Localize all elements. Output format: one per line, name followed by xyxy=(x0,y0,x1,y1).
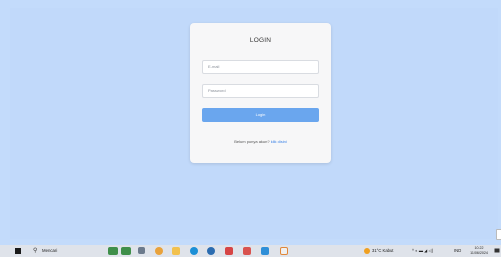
calendar-icon[interactable] xyxy=(280,247,288,255)
register-prompt: Belum punya akun? klik disini xyxy=(190,139,331,144)
store-icon[interactable] xyxy=(207,247,215,255)
browser-viewport: LOGIN E-mail Password Login Belum punya … xyxy=(10,8,498,239)
email-input[interactable]: E-mail xyxy=(202,60,319,74)
vscode-icon[interactable] xyxy=(261,247,269,255)
mail-icon[interactable] xyxy=(225,247,233,255)
login-title: LOGIN xyxy=(249,37,272,44)
clock-date: 11/06/2024 xyxy=(470,250,488,255)
edge-icon[interactable] xyxy=(190,247,198,255)
password-input[interactable]: Password xyxy=(202,84,319,98)
taskbar-search[interactable]: Mencari xyxy=(42,248,57,253)
task-view-icon[interactable] xyxy=(138,247,145,254)
language-indicator[interactable]: IND xyxy=(454,248,461,253)
login-card: LOGIN E-mail Password Login Belum punya … xyxy=(190,23,331,163)
taskbar: ⚲ Mencari 31°C Kabut ^ ◐ ▬ ◢ ◁) IND 10.2… xyxy=(0,245,501,257)
file-explorer-icon[interactable] xyxy=(172,247,180,255)
register-link[interactable]: klik disini xyxy=(271,139,287,144)
windows-start-icon[interactable] xyxy=(15,248,21,254)
people-widget-icon[interactable] xyxy=(108,247,118,255)
weather-text[interactable]: 31°C Kabut xyxy=(372,248,393,253)
tray-icons[interactable]: ^ ◐ ▬ ◢ ◁) xyxy=(412,248,433,253)
people-widget-icon-2[interactable] xyxy=(121,247,131,255)
notification-icon[interactable] xyxy=(494,248,500,254)
scroll-corner xyxy=(496,229,501,240)
search-icon[interactable]: ⚲ xyxy=(33,247,37,255)
chrome-icon[interactable] xyxy=(155,247,163,255)
office-icon[interactable] xyxy=(243,247,251,255)
register-prompt-text: Belum punya akun? xyxy=(234,139,270,144)
clock[interactable]: 10.22 11/06/2024 xyxy=(470,246,488,255)
weather-icon[interactable] xyxy=(364,248,370,254)
login-button[interactable]: Login xyxy=(202,108,319,122)
